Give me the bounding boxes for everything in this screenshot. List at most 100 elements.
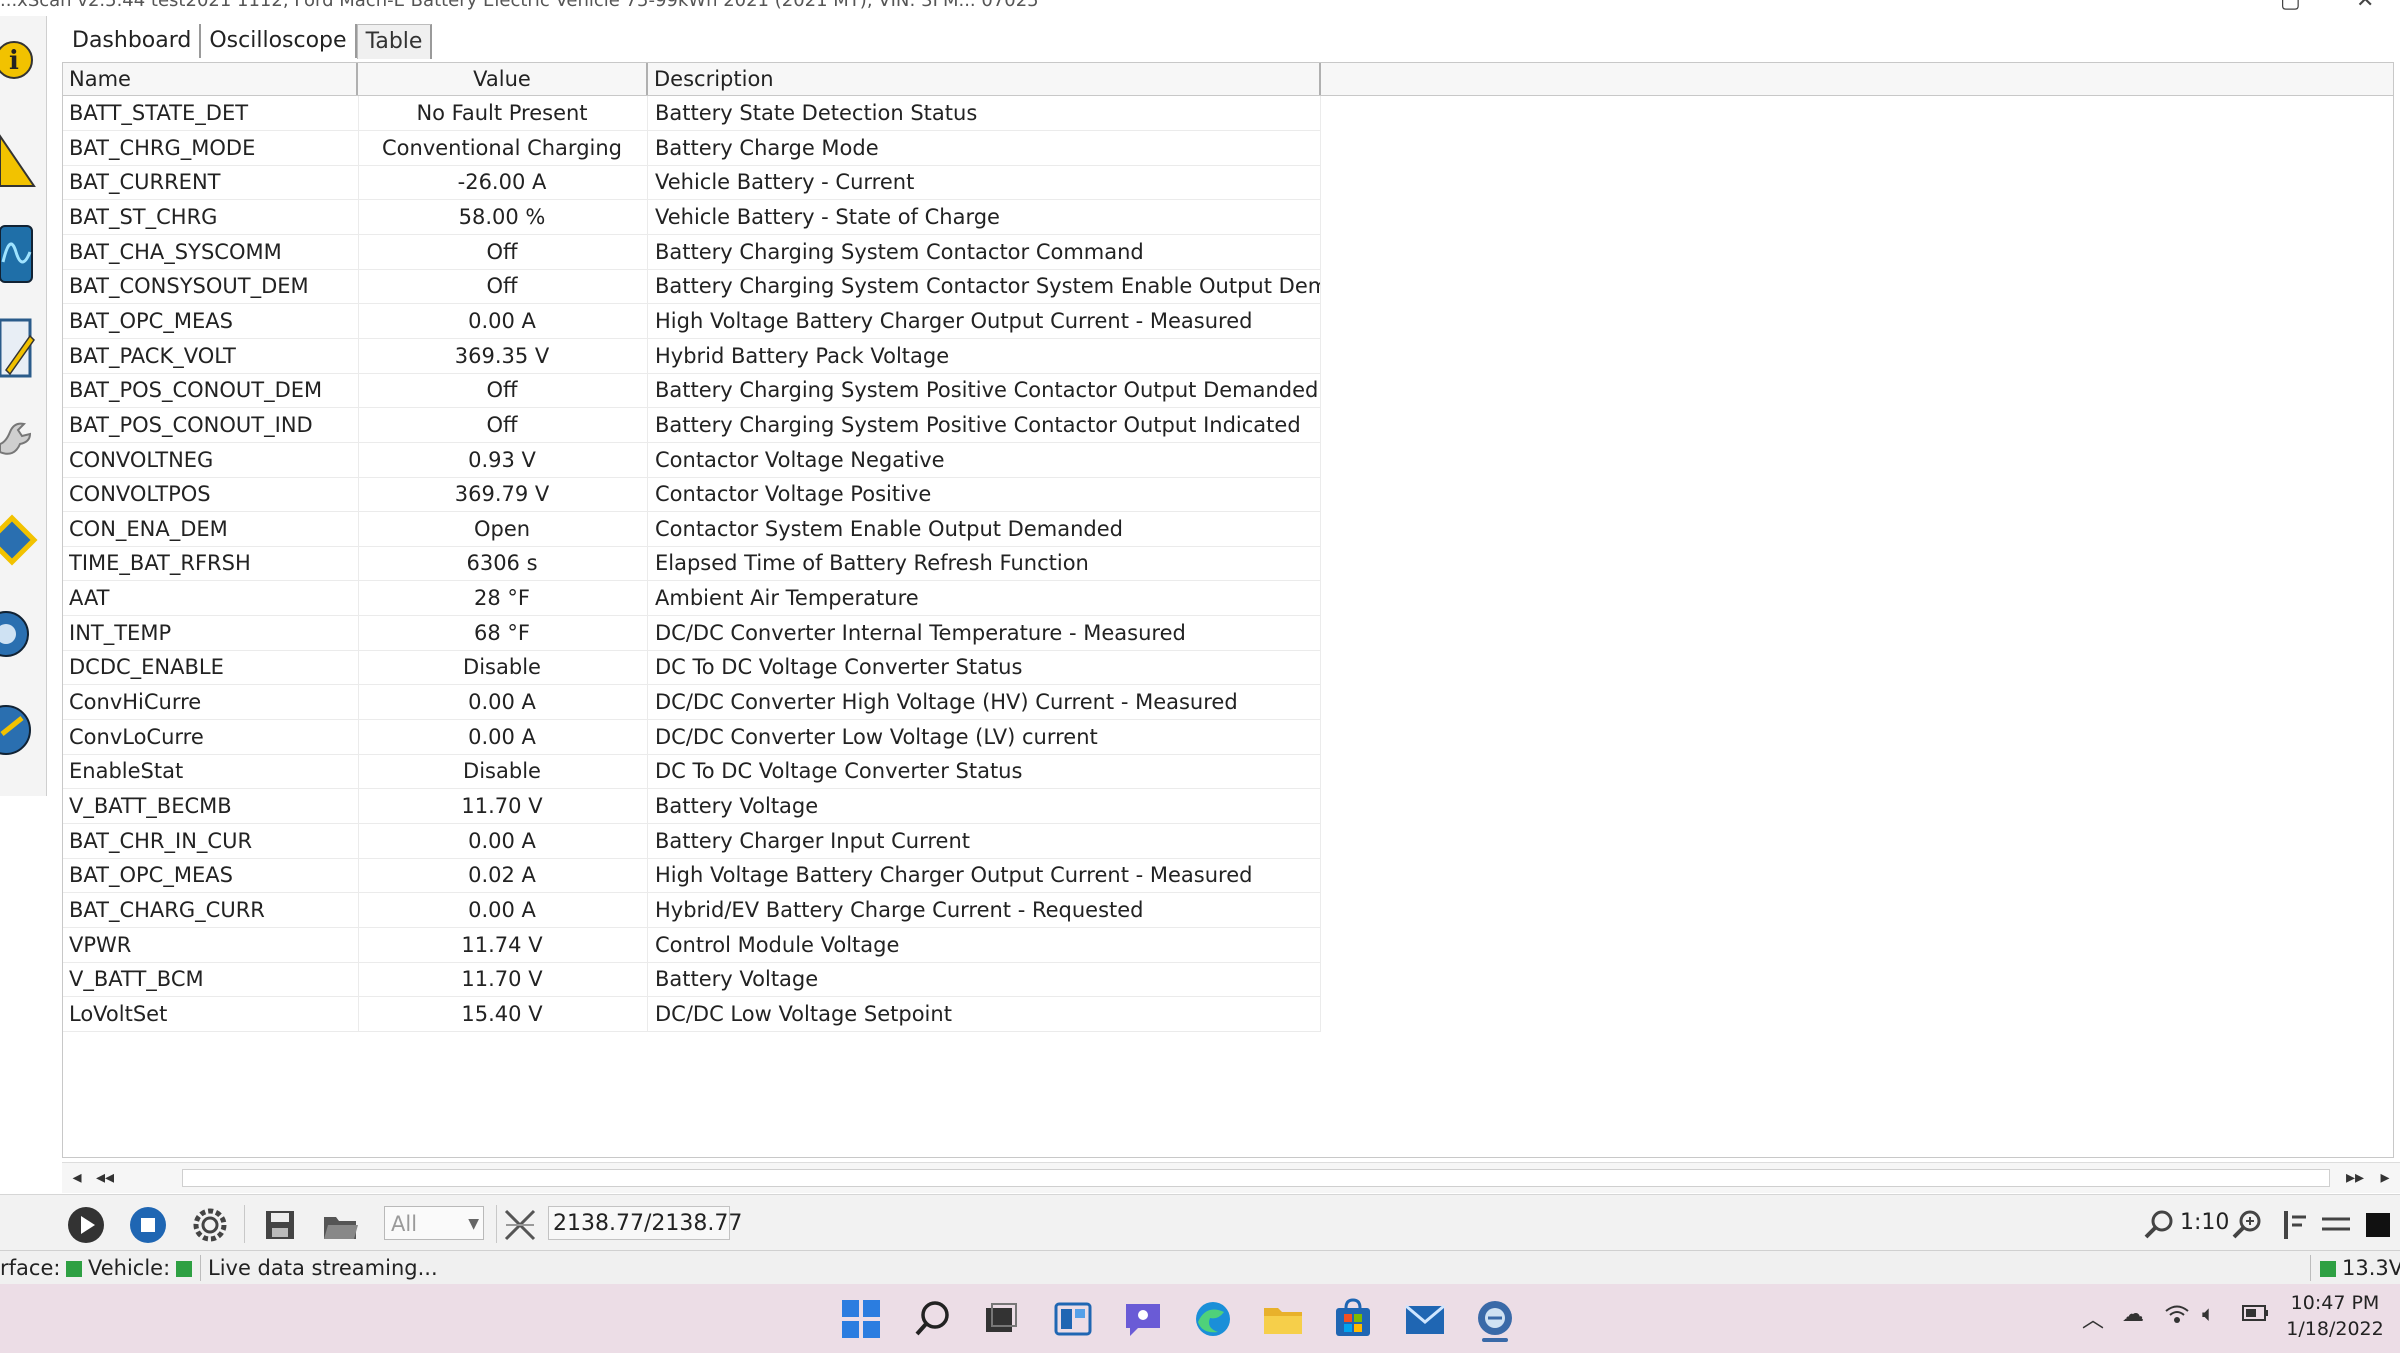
table-row[interactable]: BAT_POS_CONOUT_DEM Off Battery Charging Sy… — [63, 373, 1321, 409]
wifi-icon[interactable] — [2164, 1302, 2190, 1332]
table-row[interactable]: BAT_OPC_MEAS 0.02 A High Voltage Battery C… — [63, 858, 1321, 894]
play-button[interactable] — [64, 1203, 108, 1247]
scroll-track[interactable] — [182, 1169, 2330, 1187]
cell-description: Battery Voltage — [653, 962, 1321, 997]
cell-description: DC/DC Low Voltage Setpoint — [653, 996, 1321, 1031]
voltage-value: 13.3V — [2342, 1256, 2400, 1280]
column-header-value[interactable]: Value — [358, 63, 648, 95]
oscilloscope-icon[interactable] — [0, 212, 42, 294]
cell-description: Battery Charging System Positive Contact… — [653, 373, 1321, 408]
table-row[interactable]: BAT_CHARG_CURR 0.00 A Hybrid/EV Battery Ch… — [63, 892, 1321, 928]
open-folder-button[interactable] — [318, 1203, 362, 1247]
close-icon[interactable]: ✕ — [2356, 0, 2374, 13]
table-row[interactable]: BAT_OPC_MEAS 0.00 A High Voltage Battery C… — [63, 303, 1321, 339]
table-row[interactable]: BAT_CHA_SYSCOMM Off Battery Charging Syste… — [63, 234, 1321, 270]
store-icon[interactable] — [1328, 1294, 1378, 1344]
table-row[interactable]: TIME_BAT_RFRSH 6306 s Elapsed Time of Batt… — [63, 546, 1321, 582]
diagnostic-app-icon[interactable] — [1470, 1294, 1520, 1344]
table-row[interactable]: CONVOLTPOS 369.79 V Contactor Voltage Posi… — [63, 477, 1321, 513]
title-bar: ...xScan v2.5.44 test2021 1112, Ford Mac… — [0, 0, 2400, 16]
table-row[interactable]: VPWR 11.74 V Control Module Voltage — [63, 927, 1321, 963]
save-button[interactable] — [258, 1203, 302, 1247]
filter-select[interactable]: All ▼ — [384, 1206, 484, 1240]
gauge-icon[interactable] — [0, 688, 42, 770]
widgets-icon[interactable] — [1048, 1294, 1098, 1344]
table-row[interactable]: ConvLoCurre 0.00 A DC/DC Converter Low Vol… — [63, 719, 1321, 755]
table-row[interactable]: BAT_ST_CHRG 58.00 % Vehicle Battery - Stat… — [63, 199, 1321, 235]
tab-oscilloscope[interactable]: Oscilloscope — [201, 24, 357, 58]
clear-cursor-button[interactable] — [498, 1203, 542, 1247]
cell-description: High Voltage Battery Charger Output Curr… — [653, 303, 1321, 338]
info-icon[interactable]: i — [0, 20, 42, 102]
table-row[interactable]: BAT_CHRG_MODE Conventional Charging Batter… — [63, 130, 1321, 166]
table-row[interactable]: LoVoltSet 15.40 V DC/DC Low Voltage Setpoi… — [63, 996, 1321, 1032]
fullscreen-icon[interactable] — [2356, 1203, 2400, 1247]
cell-value: Off — [357, 269, 648, 304]
maximize-icon[interactable]: ▢ — [2280, 0, 2301, 13]
cell-description: Ambient Air Temperature — [653, 581, 1321, 616]
table-row[interactable]: BAT_PACK_VOLT 369.35 V Hybrid Battery Pack… — [63, 338, 1321, 374]
start-icon[interactable] — [836, 1294, 886, 1344]
table-row[interactable]: INT_TEMP 68 °F DC/DC Converter Internal Te… — [63, 615, 1321, 651]
interface-indicator — [66, 1261, 83, 1277]
stop-button[interactable] — [126, 1203, 170, 1247]
chip-icon[interactable] — [0, 498, 42, 580]
tab-table[interactable]: Table — [356, 24, 433, 59]
column-header-description[interactable]: Description — [648, 63, 1321, 95]
status-message: Live data streaming... — [208, 1256, 438, 1280]
search-icon[interactable] — [908, 1294, 958, 1344]
file-explorer-icon[interactable] — [1258, 1294, 1308, 1344]
warning-icon[interactable] — [0, 116, 42, 198]
table-row[interactable]: BATT_STATE_DET No Fault Present Battery St… — [63, 96, 1321, 131]
cell-name: BAT_PACK_VOLT — [69, 338, 359, 373]
system-clock[interactable]: 10:47 PM 1/18/2022 — [2280, 1290, 2390, 1342]
table-row[interactable]: ConvHiCurre 0.00 A DC/DC Converter High Vo… — [63, 685, 1321, 721]
mail-icon[interactable] — [1400, 1294, 1450, 1344]
table-row[interactable]: BAT_POS_CONOUT_IND Off Battery Charging Sy… — [63, 407, 1321, 443]
scroll-left-icon[interactable]: ◂ — [62, 1165, 92, 1191]
table-row[interactable]: EnableStat Disable DC To DC Voltage Conver… — [63, 754, 1321, 790]
cell-name: BAT_CHR_IN_CUR — [69, 823, 359, 858]
table-row[interactable]: AAT 28 °F Ambient Air Temperature — [63, 581, 1321, 617]
cloud-icon[interactable]: ☁ — [2122, 1302, 2144, 1327]
battery-voltage: 13.3V — [2316, 1251, 2400, 1285]
tab-dashboard[interactable]: Dashboard — [64, 24, 202, 58]
table-row[interactable]: V_BATT_BECMB 11.70 V Battery Voltage — [63, 789, 1321, 824]
windows-taskbar: ︿ ☁ 🔈︎ 10:47 PM 1/18/2022 — [0, 1284, 2400, 1353]
table-row[interactable]: V_BATT_BCM 11.70 V Battery Voltage — [63, 962, 1321, 998]
vertical-cursor-icon[interactable] — [2272, 1203, 2316, 1247]
table-row[interactable]: BAT_CURRENT -26.00 A Vehicle Battery - Cur… — [63, 165, 1321, 201]
cell-name: BAT_CHA_SYSCOMM — [69, 234, 359, 269]
status-divider — [2310, 1255, 2311, 1281]
edge-browser-icon[interactable] — [1188, 1294, 1238, 1344]
vehicle-indicator — [176, 1261, 193, 1277]
table-row[interactable]: DCDC_ENABLE Disable DC To DC Voltage Conve… — [63, 650, 1321, 686]
column-header-name[interactable]: Name — [63, 63, 358, 95]
svg-text:i: i — [9, 46, 19, 76]
settings-gear-button[interactable] — [188, 1203, 232, 1247]
cell-value: Off — [357, 234, 648, 269]
horizontal-lines-icon[interactable] — [2314, 1203, 2358, 1247]
table-row[interactable]: CONVOLTNEG 0.93 V Contactor Voltage Negati… — [63, 442, 1321, 478]
scroll-last-icon[interactable]: ▸▸ — [2340, 1165, 2370, 1191]
cell-description: DC To DC Voltage Converter Status — [653, 650, 1321, 685]
wrench-icon[interactable] — [0, 402, 42, 484]
cell-name: INT_TEMP — [69, 615, 359, 650]
notepad-icon[interactable] — [0, 306, 42, 388]
table-row[interactable]: CON_ENA_DEM Open Contactor System Enable O… — [63, 511, 1321, 547]
cell-value: Off — [357, 407, 648, 442]
table-row[interactable]: BAT_CONSYSOUT_DEM Off Battery Charging Sys… — [63, 269, 1321, 305]
task-view-icon[interactable] — [976, 1294, 1026, 1344]
battery-icon[interactable] — [2242, 1302, 2270, 1330]
zoom-in-icon[interactable] — [2226, 1203, 2270, 1247]
horizontal-scrollbar[interactable]: ◂ ◂◂ ▸▸ ▸ — [62, 1162, 2400, 1193]
table-row[interactable]: BAT_CHR_IN_CUR 0.00 A Battery Charger Inpu… — [63, 823, 1321, 859]
settings-gear-icon[interactable] — [0, 592, 42, 674]
zoom-out-icon[interactable] — [2138, 1203, 2182, 1247]
chevron-up-icon[interactable]: ︿ — [2082, 1302, 2104, 1334]
chat-icon[interactable] — [1118, 1294, 1168, 1344]
scroll-right-icon[interactable]: ▸ — [2370, 1165, 2400, 1191]
scroll-first-icon[interactable]: ◂◂ — [90, 1165, 120, 1191]
speaker-icon[interactable]: 🔈︎ — [2202, 1302, 2215, 1327]
cell-value: 0.00 A — [357, 303, 648, 338]
